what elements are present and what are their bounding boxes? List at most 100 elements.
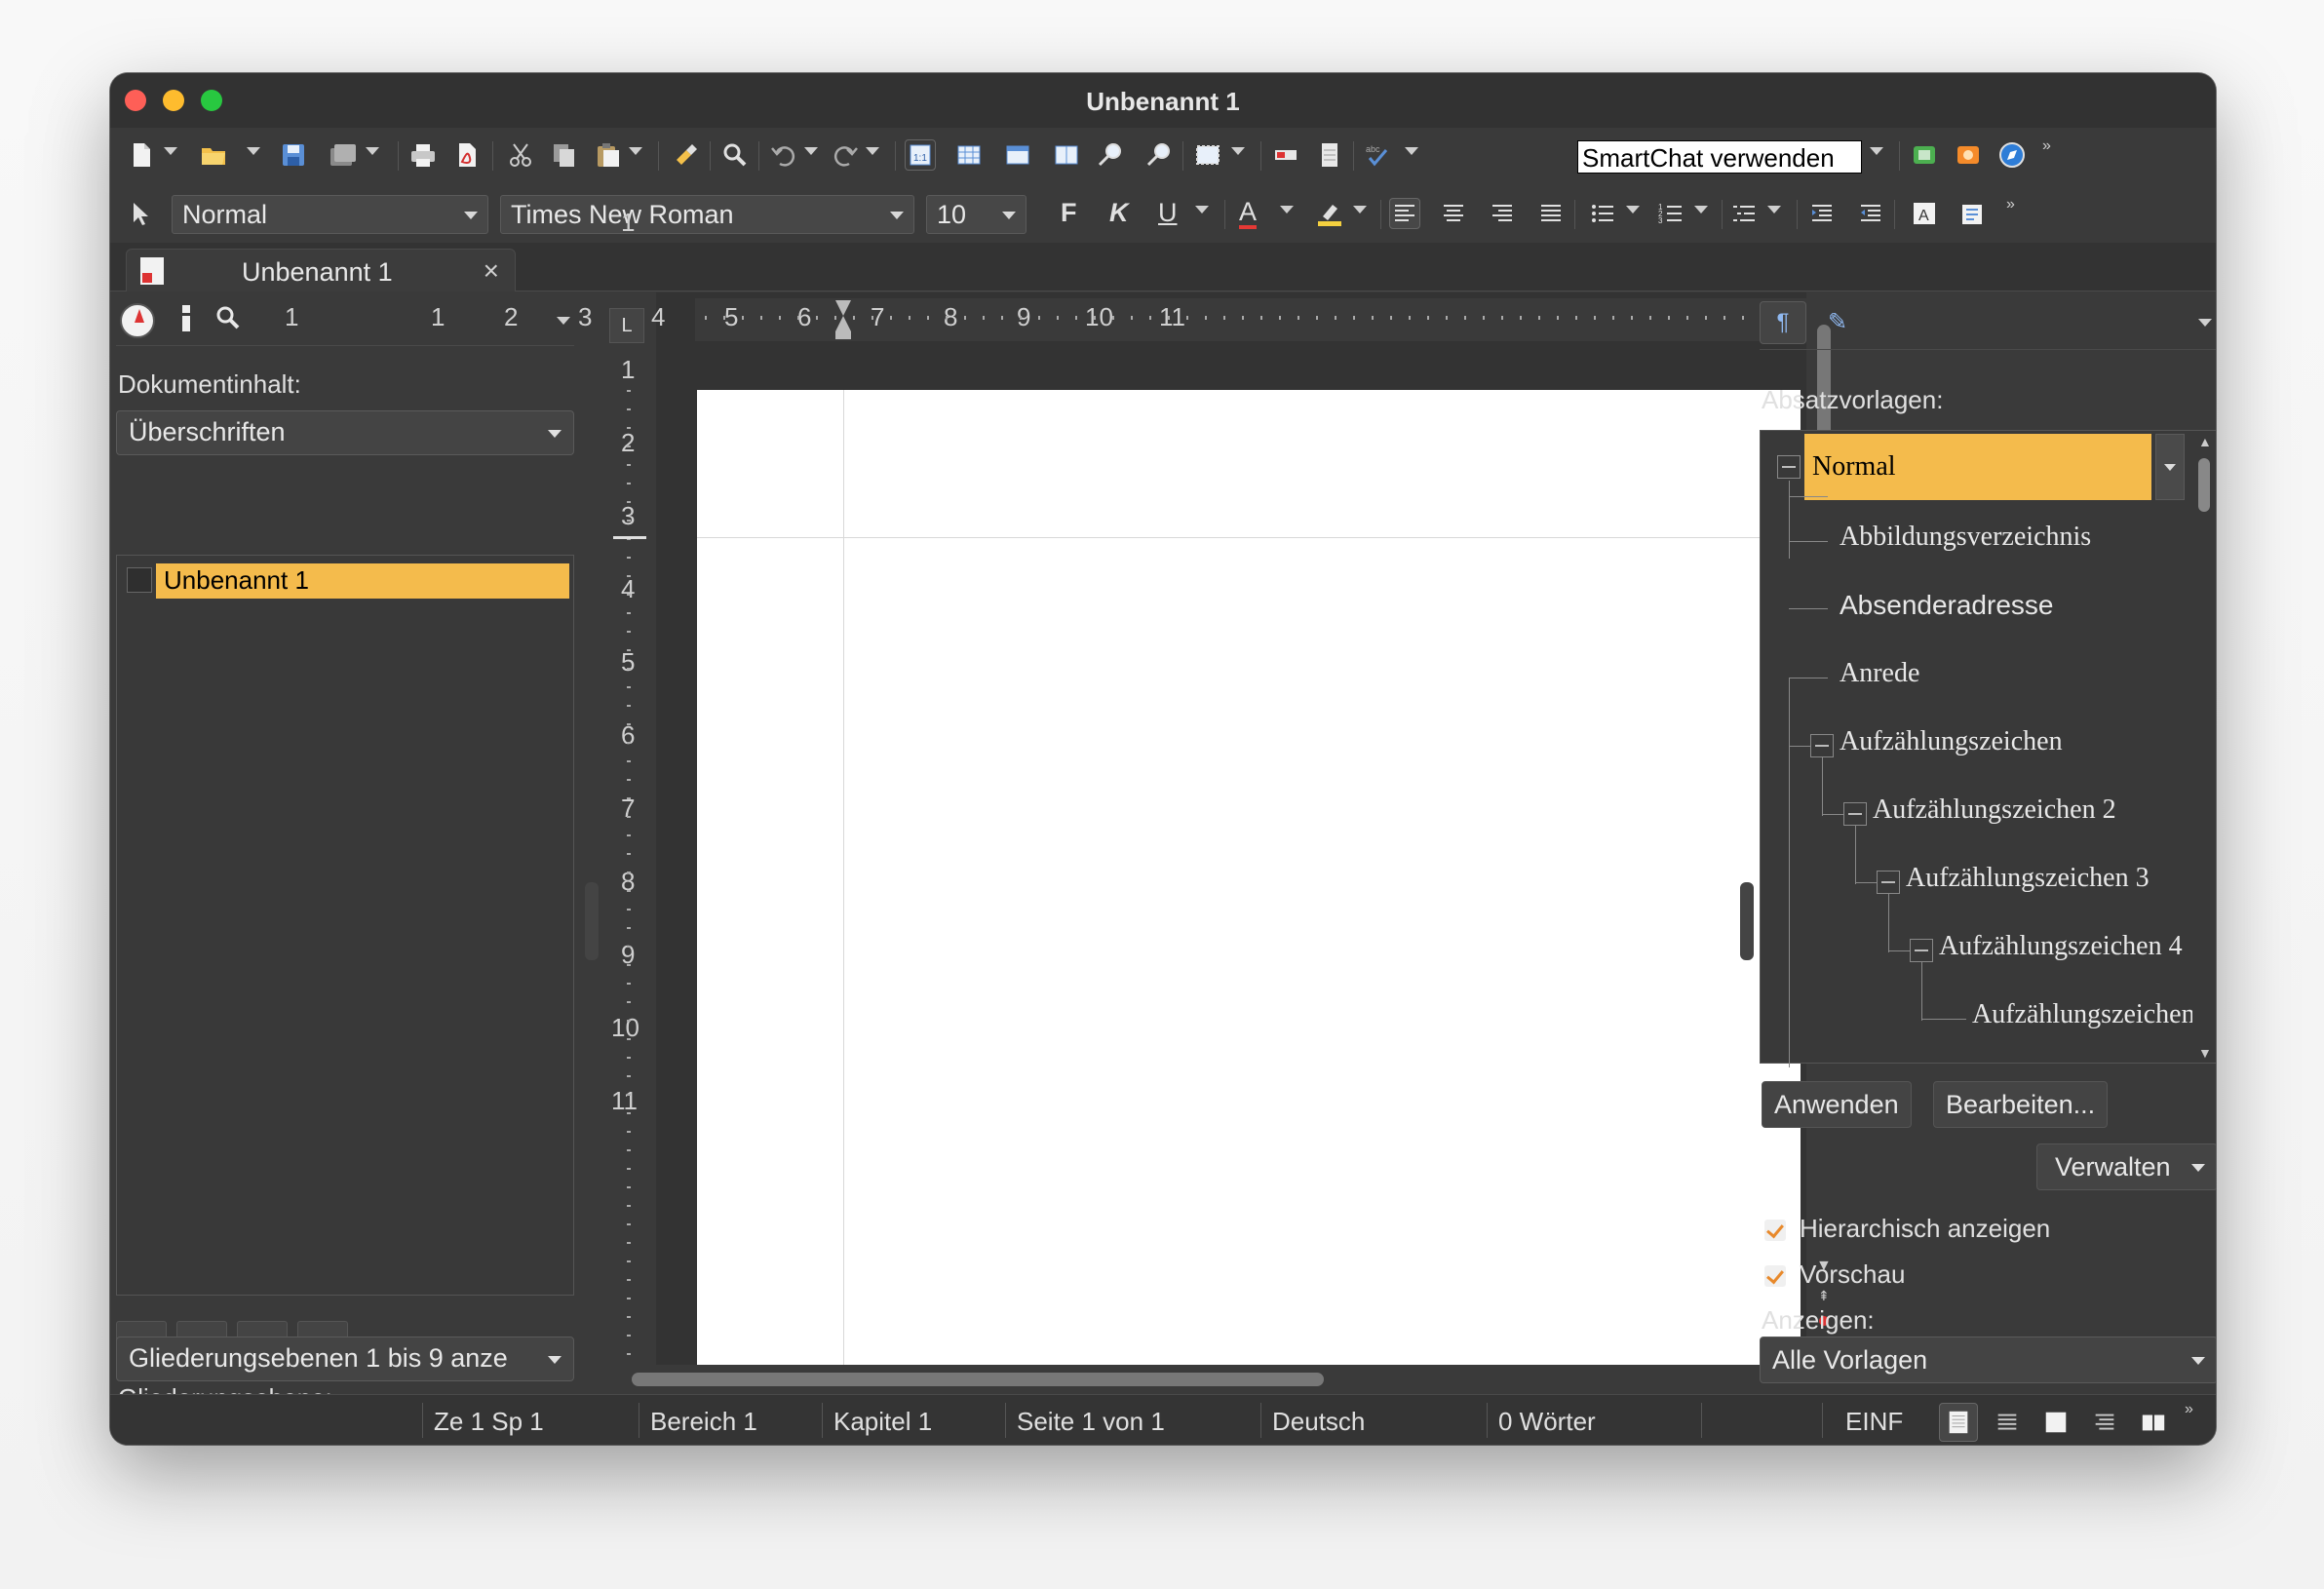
- character-format-icon[interactable]: A: [1909, 198, 1940, 229]
- normal-view-icon[interactable]: [1939, 1403, 1978, 1442]
- align-justify-icon[interactable]: [1535, 198, 1567, 229]
- spellcheck-icon[interactable]: abc: [1363, 139, 1394, 171]
- more-tools-chevron-icon[interactable]: »: [2042, 137, 2051, 155]
- export-pdf-icon[interactable]: [451, 139, 483, 171]
- highlight-dropdown[interactable]: [1353, 206, 1367, 213]
- highlight-color-icon[interactable]: [1314, 198, 1345, 229]
- style-item-abbildungsverzeichnis[interactable]: Abbildungsverzeichnis: [1840, 522, 2091, 553]
- drag-handle-icon[interactable]: [182, 305, 190, 334]
- insert-field-icon[interactable]: [1270, 139, 1301, 171]
- style-item-normal[interactable]: Normal: [1804, 434, 2151, 500]
- paragraph-styles-tab-icon[interactable]: ¶: [1760, 301, 1806, 344]
- underline-dropdown[interactable]: [1195, 206, 1209, 213]
- bullet-list-dropdown[interactable]: [1626, 206, 1640, 213]
- style-item-aufzaehlungszeichen-5[interactable]: Aufzählungszeichen: [1972, 999, 2192, 1030]
- zoom-out-icon[interactable]: [1143, 139, 1175, 171]
- search-icon[interactable]: [213, 303, 247, 336]
- decrease-indent-icon[interactable]: [1855, 198, 1886, 229]
- export-dropdown[interactable]: [366, 147, 379, 155]
- indent-marker-icon[interactable]: [835, 300, 851, 339]
- close-tab-icon[interactable]: ×: [484, 255, 499, 287]
- vertical-ruler[interactable]: 1 1 2 3 4 5 6 7 8 9 10 11: [611, 208, 646, 1365]
- horizontal-ruler[interactable]: 1 1 2 3 4 5 6 7 8 9 10 11: [285, 298, 1816, 341]
- insert-frame-icon[interactable]: [1192, 139, 1223, 171]
- insert-table-icon[interactable]: [953, 139, 985, 171]
- style-item-aufzaehlungszeichen-4[interactable]: Aufzählungszeichen 4: [1939, 931, 2183, 962]
- new-document-dropdown[interactable]: [164, 147, 177, 155]
- horizontal-scroll-thumb[interactable]: [632, 1373, 1324, 1386]
- status-cursor-position[interactable]: Ze 1 Sp 1: [434, 1407, 544, 1437]
- manage-button[interactable]: Verwalten: [2036, 1143, 2216, 1190]
- page-break-icon[interactable]: [1314, 139, 1345, 171]
- save-icon[interactable]: [278, 139, 309, 171]
- undo-dropdown[interactable]: [804, 147, 818, 155]
- smartchat-dropdown[interactable]: [1870, 147, 1883, 155]
- status-chapter[interactable]: Kapitel 1: [833, 1407, 932, 1437]
- outline-list-dropdown[interactable]: [1767, 206, 1781, 213]
- style-normal-dropdown[interactable]: [2155, 434, 2185, 500]
- clone-formatting-icon[interactable]: [671, 139, 702, 171]
- insert-chart-icon[interactable]: [1051, 139, 1082, 171]
- underline-button[interactable]: U: [1158, 198, 1178, 228]
- outline-level-select[interactable]: Gliederungsebenen 1 bis 9 anze: [116, 1337, 574, 1381]
- export-icon[interactable]: [327, 139, 358, 171]
- tab-stop-selector[interactable]: L: [609, 308, 644, 343]
- more-status-chevron-icon[interactable]: »: [2185, 1401, 2193, 1418]
- frame-dropdown[interactable]: [1231, 147, 1245, 155]
- more-formatting-chevron-icon[interactable]: »: [2006, 196, 2015, 213]
- style-item-absenderadresse[interactable]: Absenderadresse: [1840, 590, 2053, 621]
- previous-page-icon[interactable]: ⇞: [1818, 1288, 1830, 1304]
- content-type-select[interactable]: Überschriften: [116, 410, 574, 455]
- paragraph-style-select[interactable]: Normal: [172, 195, 488, 234]
- copy-icon[interactable]: [549, 139, 580, 171]
- apply-button[interactable]: Anwenden: [1762, 1081, 1912, 1128]
- align-right-icon[interactable]: [1487, 198, 1518, 229]
- numbered-list-icon[interactable]: 123: [1655, 198, 1686, 229]
- page-view-icon[interactable]: [2036, 1403, 2075, 1442]
- cut-icon[interactable]: [505, 139, 536, 171]
- styles-scroll-thumb[interactable]: [2198, 458, 2210, 512]
- collapse-icon[interactable]: [1810, 734, 1834, 757]
- increase-indent-icon[interactable]: [1806, 198, 1838, 229]
- insert-image-icon[interactable]: [1002, 139, 1033, 171]
- outline-view-icon[interactable]: [1988, 1403, 2027, 1442]
- sidebar-splitter[interactable]: [1740, 882, 1754, 960]
- status-section[interactable]: Bereich 1: [650, 1407, 757, 1437]
- paste-dropdown[interactable]: [629, 147, 642, 155]
- show-styles-select[interactable]: Alle Vorlagen: [1760, 1337, 2216, 1383]
- collapse-icon[interactable]: [1843, 802, 1867, 826]
- find-replace-icon[interactable]: [719, 139, 751, 171]
- redo-dropdown[interactable]: [866, 147, 879, 155]
- styles-scrollbar[interactable]: [2194, 436, 2212, 1060]
- open-folder-icon[interactable]: [198, 139, 229, 171]
- style-item-anrede[interactable]: Anrede: [1840, 658, 1919, 689]
- status-insert-mode[interactable]: EINF: [1845, 1407, 1903, 1437]
- scroll-down-arrow-icon[interactable]: ▼: [2198, 1045, 2212, 1061]
- collapse-icon[interactable]: [1877, 871, 1900, 894]
- vertical-margin-marker[interactable]: [613, 536, 646, 539]
- redo-icon[interactable]: [830, 139, 861, 171]
- paste-icon[interactable]: [593, 139, 624, 171]
- font-size-select[interactable]: 10: [926, 195, 1026, 234]
- document-page[interactable]: [697, 390, 1801, 1365]
- print-icon[interactable]: [407, 139, 439, 171]
- zoom-in-icon[interactable]: [1095, 139, 1126, 171]
- tree-item-unbenannt-1[interactable]: Unbenannt 1: [156, 563, 569, 599]
- font-name-select[interactable]: Times New Roman: [500, 195, 914, 234]
- select-pointer-icon[interactable]: [124, 198, 155, 229]
- numbered-list-dropdown[interactable]: [1694, 206, 1708, 213]
- softmaker-planmaker-icon[interactable]: [1909, 139, 1940, 171]
- book-view-icon[interactable]: [2134, 1403, 2173, 1442]
- web-browser-icon[interactable]: [1996, 139, 2028, 171]
- sidebar-options-dropdown[interactable]: [2198, 319, 2212, 327]
- align-left-icon[interactable]: [1389, 198, 1420, 229]
- bold-button[interactable]: F: [1061, 198, 1077, 228]
- tab-unbenannt-1[interactable]: Unbenannt 1 ×: [126, 249, 516, 291]
- preview-checkbox[interactable]: [1764, 1265, 1786, 1287]
- paragraph-format-icon[interactable]: [1957, 198, 1989, 229]
- page-view-icon[interactable]: 1:1: [905, 139, 936, 171]
- draft-view-icon[interactable]: [2085, 1403, 2124, 1442]
- status-page[interactable]: Seite 1 von 1: [1017, 1407, 1165, 1437]
- status-word-count[interactable]: 0 Wörter: [1498, 1407, 1596, 1437]
- open-dropdown[interactable]: [247, 147, 260, 155]
